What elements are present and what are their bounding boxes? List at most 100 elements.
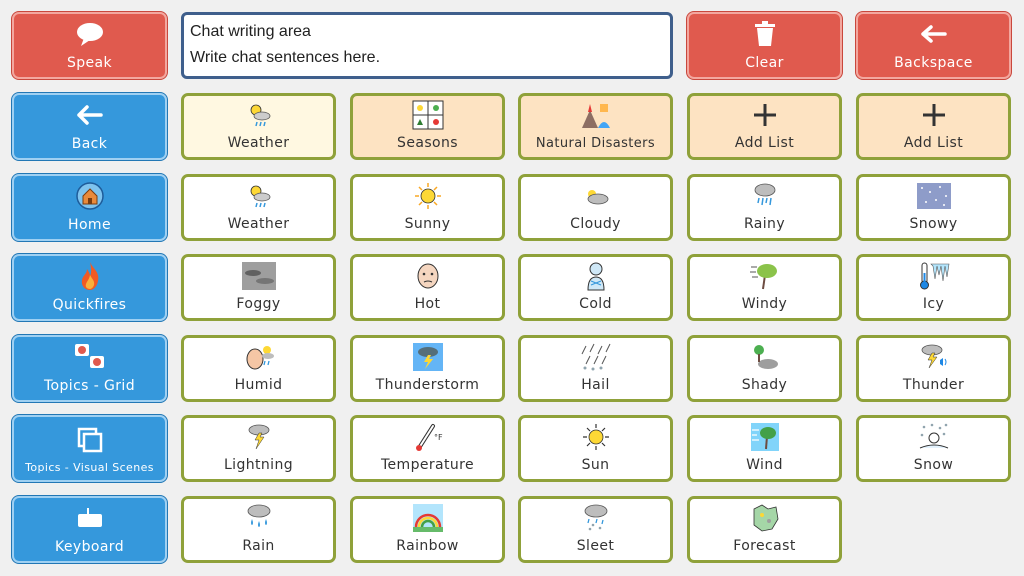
word-hot[interactable]: Hot — [350, 254, 505, 321]
word-thunderstorm[interactable]: Thunderstorm — [350, 335, 505, 402]
word-forecast-label: Forecast — [733, 538, 796, 554]
word-rain[interactable]: Rain — [181, 496, 336, 563]
fire-icon — [79, 257, 101, 295]
word-lightning[interactable]: Lightning — [181, 415, 336, 482]
natural-disasters-icon — [580, 96, 612, 134]
folder-seasons-label: Seasons — [397, 135, 458, 151]
folder-natural-disasters-label: Natural Disasters — [535, 136, 656, 151]
add-list-button-1[interactable]: Add List — [687, 93, 842, 160]
word-sleet[interactable]: Sleet — [518, 496, 673, 563]
word-humid[interactable]: Humid — [181, 335, 336, 402]
quickfires-button[interactable]: Quickfires — [12, 254, 167, 321]
keyboard-label: Keyboard — [54, 539, 124, 555]
word-wind-label: Wind — [746, 457, 783, 473]
word-windy[interactable]: Windy — [687, 254, 842, 321]
word-snowy-label: Snowy — [909, 216, 958, 232]
word-rainy-label: Rainy — [743, 216, 786, 232]
word-cold[interactable]: Cold — [518, 254, 673, 321]
word-weather-label: Weather — [227, 216, 290, 232]
word-rainbow-label: Rainbow — [396, 538, 459, 554]
lightning-icon — [244, 418, 274, 455]
trash-icon — [754, 15, 776, 53]
rainbow-icon — [412, 499, 444, 536]
topics-grid-button[interactable]: Topics - Grid — [12, 335, 167, 402]
folder-weather[interactable]: Weather — [181, 93, 336, 160]
clear-label: Clear — [745, 55, 784, 71]
word-hot-label: Hot — [414, 296, 441, 312]
word-sun[interactable]: Sun — [518, 415, 673, 482]
thunderstorm-icon — [412, 338, 444, 375]
weather-icon — [244, 96, 274, 133]
back-label: Back — [71, 136, 108, 152]
sun-icon — [413, 177, 443, 214]
chat-line-2: Write chat sentences here. — [190, 49, 381, 66]
folder-weather-label: Weather — [227, 135, 290, 151]
plus-icon — [921, 96, 947, 133]
back-arrow-icon — [76, 96, 103, 134]
add-list-label-2: Add List — [903, 135, 964, 151]
word-temperature[interactable]: °F Temperature — [350, 415, 505, 482]
topics-visual-scenes-button[interactable]: Topics - Visual Scenes — [12, 415, 167, 482]
word-foggy[interactable]: Foggy — [181, 254, 336, 321]
speak-button[interactable]: Speak — [12, 12, 167, 79]
word-forecast[interactable]: Forecast — [687, 496, 842, 563]
snowfall-icon — [918, 418, 950, 455]
wind-icon — [750, 418, 780, 455]
seasons-icon — [412, 96, 444, 133]
add-list-button-2[interactable]: Add List — [856, 93, 1011, 160]
word-rainy[interactable]: Rainy — [687, 174, 842, 241]
clear-button[interactable]: Clear — [687, 12, 842, 79]
topics-grid-icon — [72, 338, 108, 376]
word-thunder-label: Thunder — [902, 377, 965, 393]
humid-face-icon — [243, 338, 275, 375]
word-thunderstorm-label: Thunderstorm — [375, 377, 480, 393]
word-hail-label: Hail — [581, 377, 610, 393]
fog-icon — [241, 257, 277, 294]
topics-grid-label: Topics - Grid — [43, 378, 136, 394]
keyboard-icon — [76, 499, 104, 537]
word-cold-label: Cold — [579, 296, 612, 312]
word-thunder[interactable]: Thunder — [856, 335, 1011, 402]
word-snowy[interactable]: Snowy — [856, 174, 1011, 241]
word-cloudy[interactable]: Cloudy — [518, 174, 673, 241]
cloud-icon — [581, 177, 611, 214]
word-shady-label: Shady — [741, 377, 788, 393]
word-weather[interactable]: Weather — [181, 174, 336, 241]
word-sunny[interactable]: Sunny — [350, 174, 505, 241]
sun-icon — [581, 418, 611, 455]
snowy-sky-icon — [916, 177, 952, 214]
folder-seasons[interactable]: Seasons — [350, 93, 505, 160]
folder-natural-disasters[interactable]: Natural Disasters — [518, 93, 673, 160]
word-shady[interactable]: Shady — [687, 335, 842, 402]
backspace-button[interactable]: Backspace — [856, 12, 1011, 79]
sleet-icon — [581, 499, 611, 536]
word-rain-label: Rain — [242, 538, 275, 554]
speech-bubble-icon — [75, 15, 105, 53]
thermometer-icon: °F — [413, 418, 443, 455]
word-sunny-label: Sunny — [404, 216, 451, 232]
weather-icon — [244, 177, 274, 214]
word-snow[interactable]: Snow — [856, 415, 1011, 482]
plus-icon — [752, 96, 778, 133]
home-button[interactable]: Home — [12, 174, 167, 241]
word-lightning-label: Lightning — [223, 457, 294, 473]
word-icy-label: Icy — [922, 296, 945, 312]
keyboard-button[interactable]: Keyboard — [12, 496, 167, 563]
back-button[interactable]: Back — [12, 93, 167, 160]
word-hail[interactable]: Hail — [518, 335, 673, 402]
word-sleet-label: Sleet — [576, 538, 615, 554]
visual-scenes-icon — [76, 421, 104, 459]
word-humid-label: Humid — [234, 377, 283, 393]
chat-writing-area[interactable]: Chat writing area Write chat sentences h… — [181, 12, 673, 79]
word-wind[interactable]: Wind — [687, 415, 842, 482]
topics-visual-scenes-label: Topics - Visual Scenes — [25, 461, 154, 474]
word-snow-label: Snow — [913, 457, 954, 473]
shady-tree-icon — [750, 338, 780, 375]
home-label: Home — [68, 217, 111, 233]
word-windy-label: Windy — [741, 296, 788, 312]
raindrops-icon — [244, 499, 274, 536]
word-foggy-label: Foggy — [236, 296, 281, 312]
word-icy[interactable]: Icy — [856, 254, 1011, 321]
left-arrow-icon — [920, 15, 947, 53]
word-rainbow[interactable]: Rainbow — [350, 496, 505, 563]
